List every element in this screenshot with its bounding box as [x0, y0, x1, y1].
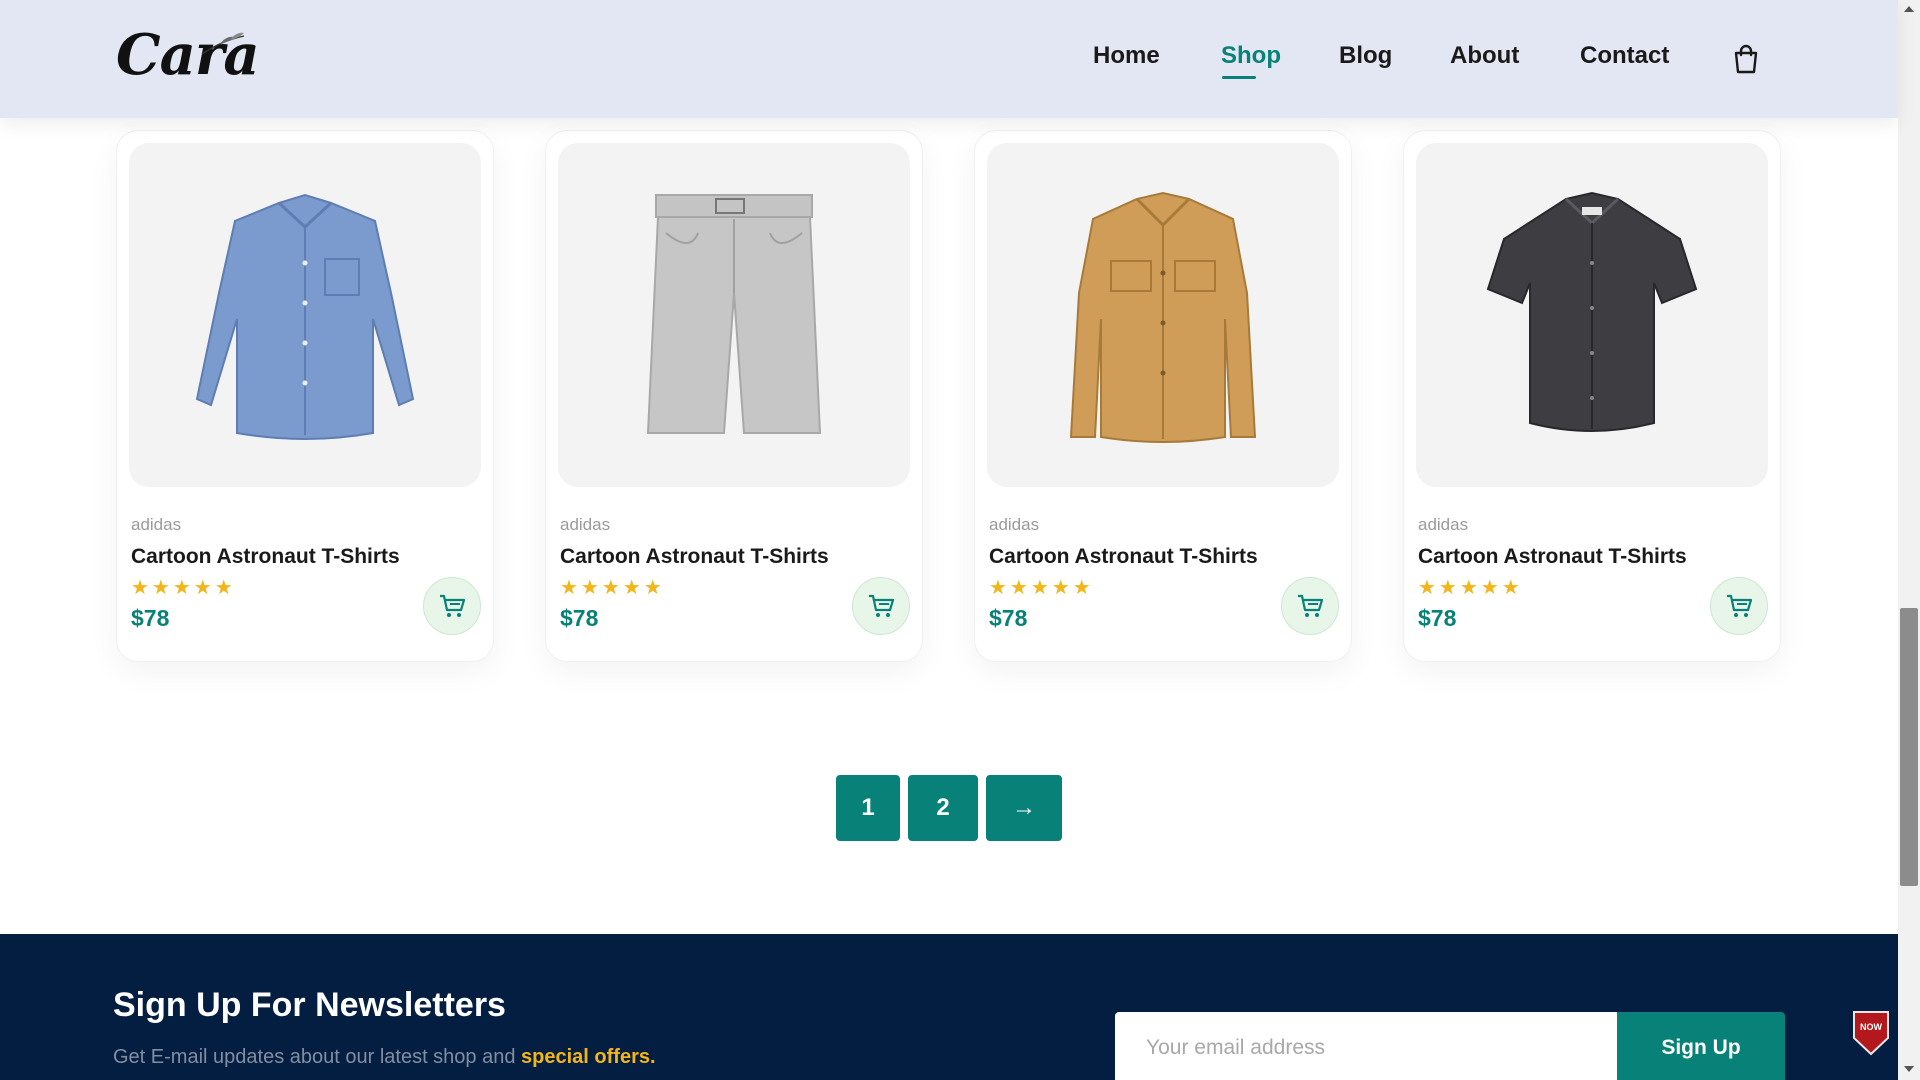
- product-image[interactable]: [1416, 143, 1768, 487]
- product-name[interactable]: Cartoon Astronaut T-Shirts: [131, 545, 400, 569]
- scroll-down-arrow-icon[interactable]: [1904, 1066, 1914, 1072]
- product-image[interactable]: [558, 143, 910, 487]
- product-brand: adidas: [560, 515, 611, 534]
- star-rating: ★★★★★: [989, 577, 1094, 599]
- newsletter-title: Sign Up For Newsletters: [113, 986, 506, 1024]
- nav-about[interactable]: About: [1450, 42, 1519, 70]
- grey-shorts-image: [646, 194, 822, 434]
- add-to-cart-button[interactable]: [423, 577, 481, 635]
- scroll-up-arrow-icon[interactable]: [1904, 6, 1914, 12]
- add-to-cart-button[interactable]: [1710, 577, 1768, 635]
- product-card[interactable]: adidas Cartoon Astronaut T-Shirts ★★★★★ …: [1403, 130, 1781, 662]
- cart-icon: [869, 594, 894, 617]
- charcoal-shirt-image: [1486, 191, 1698, 432]
- blue-shirt-image: [195, 193, 415, 440]
- product-brand: adidas: [1418, 515, 1469, 534]
- cart-icon: [440, 594, 465, 617]
- page-2-button[interactable]: 2: [908, 775, 978, 841]
- sign-up-button[interactable]: Sign Up: [1617, 1012, 1785, 1080]
- cart-icon: [1727, 594, 1752, 617]
- product-name[interactable]: Cartoon Astronaut T-Shirts: [1418, 545, 1687, 569]
- email-input[interactable]: [1115, 1012, 1617, 1080]
- product-image[interactable]: [129, 143, 481, 487]
- newsletter-subtitle: Get E-mail updates about our latest shop…: [113, 1046, 656, 1069]
- newsletter-subtitle-text: Get E-mail updates about our latest shop…: [113, 1046, 522, 1068]
- newsletter-subtitle-highlight: special offers.: [521, 1046, 656, 1068]
- add-to-cart-button[interactable]: [1281, 577, 1339, 635]
- star-rating: ★★★★★: [131, 577, 236, 599]
- add-to-cart-button[interactable]: [852, 577, 910, 635]
- product-price: $78: [989, 605, 1028, 631]
- nav-home[interactable]: Home: [1093, 42, 1160, 70]
- product-brand: adidas: [989, 515, 1040, 534]
- star-rating: ★★★★★: [1418, 577, 1523, 599]
- site-header: Cara Home Shop Blog About Contact: [0, 0, 1898, 118]
- next-page-button[interactable]: →: [986, 775, 1062, 841]
- product-price: $78: [131, 605, 170, 631]
- scrollbar-thumb[interactable]: [1900, 608, 1918, 886]
- product-price: $78: [560, 605, 599, 631]
- nav-contact[interactable]: Contact: [1580, 42, 1669, 70]
- newsletter-section: Sign Up For Newsletters Get E-mail updat…: [0, 934, 1898, 1080]
- product-image[interactable]: [987, 143, 1339, 487]
- product-card[interactable]: adidas Cartoon Astronaut T-Shirts ★★★★★ …: [545, 130, 923, 662]
- product-card[interactable]: adidas Cartoon Astronaut T-Shirts ★★★★★ …: [974, 130, 1352, 662]
- nav-active-indicator: [1222, 76, 1256, 79]
- tan-shirt-image: [1069, 191, 1257, 443]
- product-name[interactable]: Cartoon Astronaut T-Shirts: [989, 545, 1258, 569]
- shield-badge-icon: [1853, 1011, 1889, 1056]
- page-1-button[interactable]: 1: [836, 775, 900, 841]
- product-brand: adidas: [131, 515, 182, 534]
- leaf-icon: [201, 32, 245, 55]
- star-rating: ★★★★★: [560, 577, 665, 599]
- nav-shop[interactable]: Shop: [1221, 42, 1281, 70]
- product-price: $78: [1418, 605, 1457, 631]
- cart-icon: [1298, 594, 1323, 617]
- product-card[interactable]: adidas Cartoon Astronaut T-Shirts ★★★★★ …: [116, 130, 494, 662]
- badge-label: NOW: [1860, 1022, 1882, 1032]
- scrollbar-track[interactable]: [1898, 0, 1920, 1080]
- shopping-bag-icon[interactable]: [1732, 44, 1760, 74]
- nav-blog[interactable]: Blog: [1339, 42, 1392, 70]
- product-name[interactable]: Cartoon Astronaut T-Shirts: [560, 545, 829, 569]
